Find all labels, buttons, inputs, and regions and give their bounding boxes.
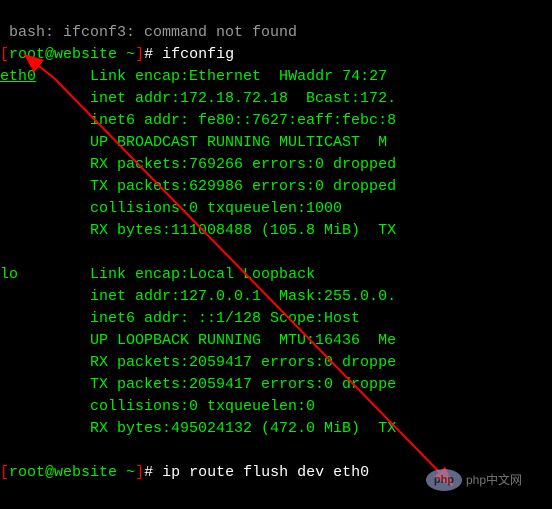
watermark: php php中文网	[426, 469, 522, 491]
prompt-bracket: [	[0, 464, 9, 481]
lo-inet: inet addr:127.0.0.1 Mask:255.0.0.	[90, 288, 396, 305]
lo-link: Link encap:Local Loopback	[90, 266, 315, 283]
prompt-hash: #	[144, 46, 162, 63]
eth0-inet: inet addr:172.18.72.18 Bcast:172.	[90, 90, 396, 107]
iface-eth0: eth0	[0, 68, 36, 85]
eth0-link: Link encap:Ethernet HWaddr 74:27	[90, 68, 387, 85]
lo-collisions: collisions:0 txqueuelen:0	[90, 398, 315, 415]
prompt-tilde: ~	[117, 464, 135, 481]
watermark-text: php中文网	[466, 469, 522, 491]
prompt-userhost: root@website	[9, 46, 117, 63]
lo-rx-packets: RX packets:2059417 errors:0 droppe	[90, 354, 396, 371]
eth0-inet6: inet6 addr: fe80::7627:eaff:febc:8	[90, 112, 396, 129]
prompt-userhost: root@website	[9, 464, 117, 481]
eth0-rx-bytes: RX bytes:111008488 (105.8 MiB) TX	[90, 222, 396, 239]
eth0-rx-packets: RX packets:769266 errors:0 dropped	[90, 156, 396, 173]
lo-rx-bytes: RX bytes:495024132 (472.0 MiB) TX	[90, 420, 396, 437]
iface-lo: lo	[0, 266, 18, 283]
prompt-hash: #	[144, 464, 162, 481]
prompt-bracket-close: ]	[135, 464, 144, 481]
php-logo-icon: php	[426, 469, 462, 491]
prev-output: bash: ifconf3: command not found	[0, 24, 297, 41]
terminal-output: bash: ifconf3: command not found [root@w…	[0, 0, 552, 484]
prompt-bracket: [	[0, 46, 9, 63]
eth0-flags: UP BROADCAST RUNNING MULTICAST M	[90, 134, 387, 151]
command-ip-route: ip route flush dev eth0	[162, 464, 369, 481]
eth0-collisions: collisions:0 txqueuelen:1000	[90, 200, 342, 217]
lo-inet6: inet6 addr: ::1/128 Scope:Host	[90, 310, 360, 327]
prompt-tilde: ~	[117, 46, 135, 63]
command-ifconfig: ifconfig	[162, 46, 234, 63]
lo-flags: UP LOOPBACK RUNNING MTU:16436 Me	[90, 332, 396, 349]
prompt-bracket-close: ]	[135, 46, 144, 63]
eth0-tx-packets: TX packets:629986 errors:0 dropped	[90, 178, 396, 195]
lo-tx-packets: TX packets:2059417 errors:0 droppe	[90, 376, 396, 393]
